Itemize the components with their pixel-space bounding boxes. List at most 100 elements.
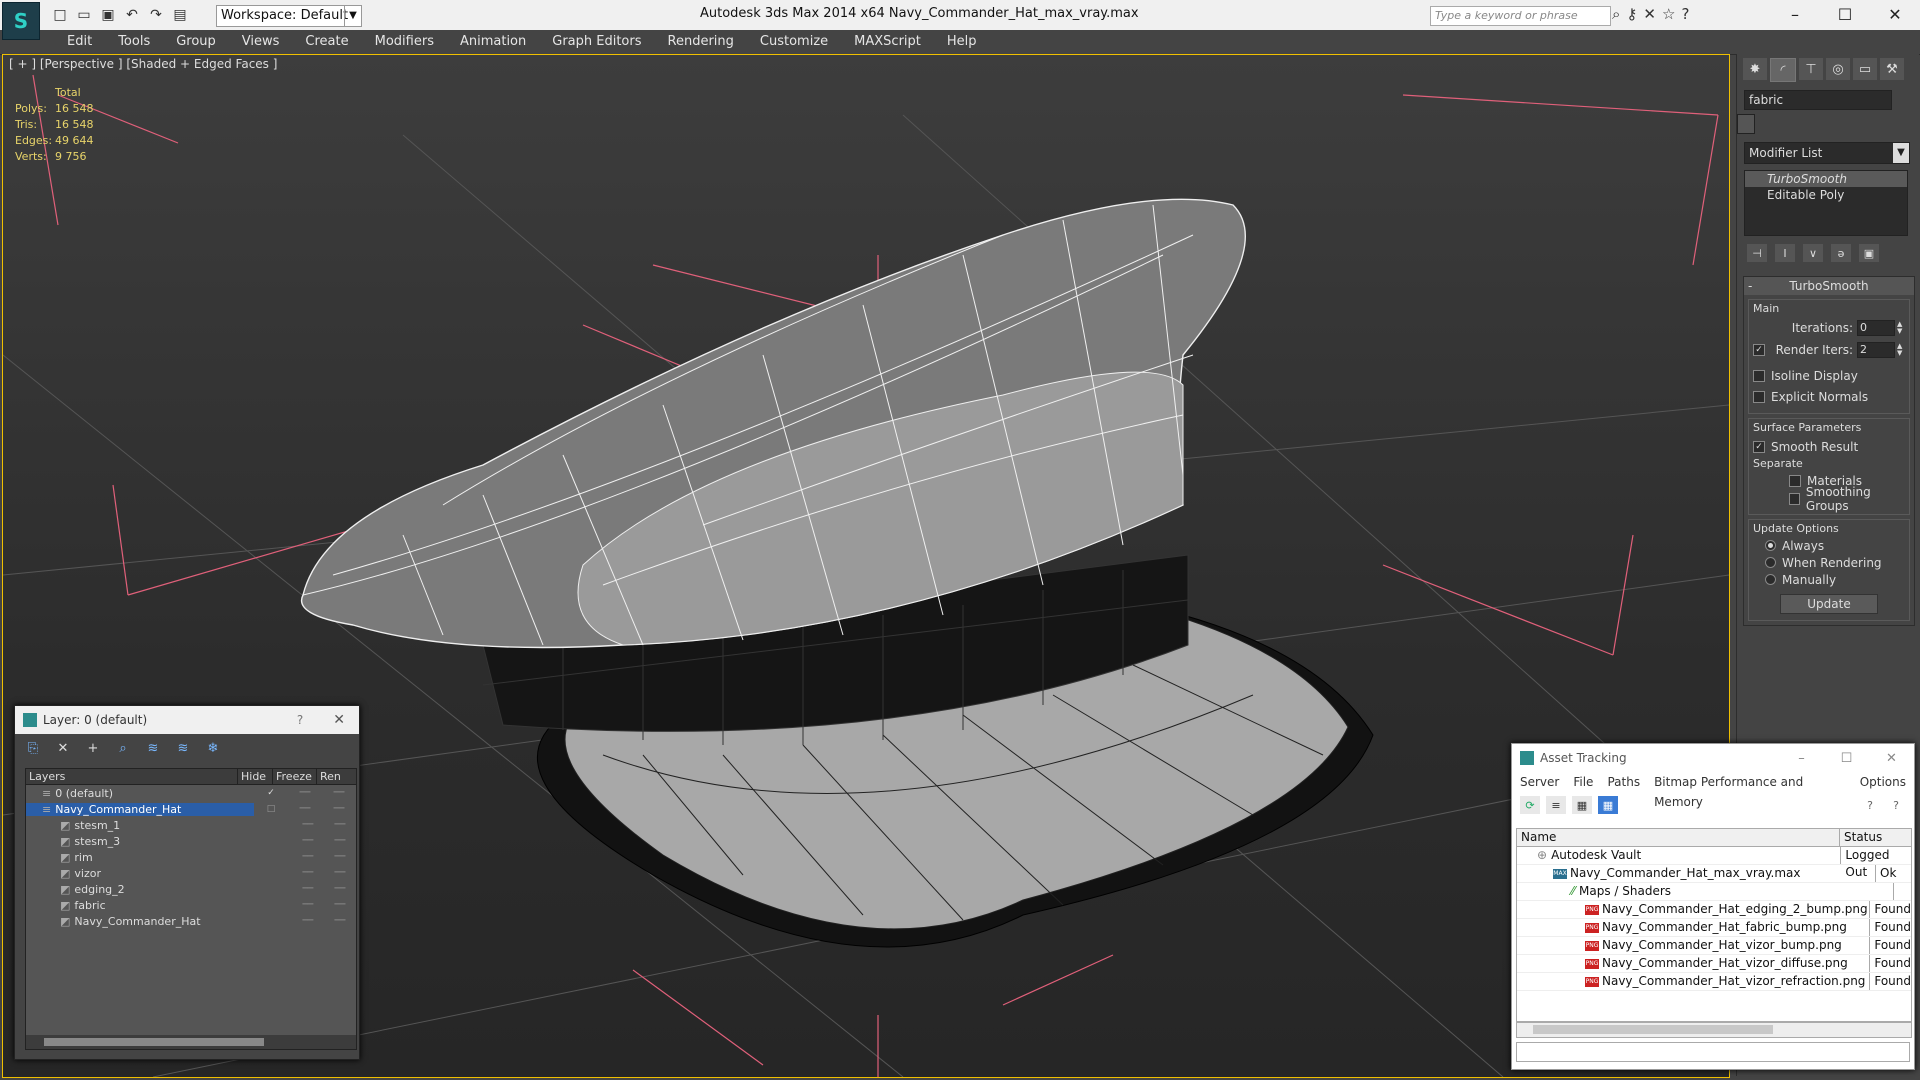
object-color-swatch[interactable] <box>1737 114 1755 134</box>
utilities-tab-icon[interactable]: ⚒ <box>1880 58 1904 80</box>
menu-bitmap-performance[interactable]: Bitmap Performance and Memory <box>1654 772 1846 809</box>
render-iters-input[interactable]: 2 <box>1857 342 1895 358</box>
radio-button[interactable] <box>1765 557 1776 568</box>
binoculars-icon[interactable]: ⌕ <box>1612 5 1620 23</box>
hide-toggle[interactable]: ── <box>292 868 324 878</box>
radio-button[interactable] <box>1765 574 1776 585</box>
modifier-list-dropdown[interactable]: Modifier List ▼ <box>1744 142 1910 164</box>
modify-tab-icon[interactable]: ◜ <box>1770 58 1796 82</box>
update-manually-option[interactable]: Manually <box>1753 571 1905 588</box>
create-tab-icon[interactable]: ✸ <box>1743 58 1767 80</box>
display-tab-icon[interactable]: ▭ <box>1853 58 1877 80</box>
object-name-input[interactable]: fabric <box>1744 90 1892 110</box>
explicit-normals-option[interactable]: Explicit Normals <box>1753 386 1905 407</box>
scrollbar-thumb[interactable] <box>44 1038 264 1046</box>
app-logo[interactable]: S <box>2 2 40 40</box>
asset-row[interactable]: PNG Navy_Commander_Hat_vizor_refraction.p… <box>1517 973 1911 991</box>
stack-item-turbosmooth[interactable]: TurboSmooth <box>1745 171 1907 187</box>
freeze-toggle[interactable]: ── <box>324 916 356 926</box>
freeze-toggle[interactable]: ── <box>324 868 356 878</box>
exchange-icon[interactable]: ✕ <box>1643 5 1656 23</box>
menu-modifiers[interactable]: Modifiers <box>362 30 447 54</box>
menu-group[interactable]: Group <box>163 30 229 54</box>
hat-model[interactable] <box>300 198 1374 948</box>
minimize-icon[interactable]: – <box>1779 751 1824 766</box>
asset-row[interactable]: PNG Navy_Commander_Hat_vizor_bump.png Foun… <box>1517 937 1911 955</box>
layer-row[interactable]: ◩ fabric ── ── <box>26 897 356 913</box>
scrollbar-thumb[interactable] <box>1533 1025 1773 1034</box>
menu-tools[interactable]: Tools <box>105 30 163 54</box>
column-header[interactable]: Layers <box>26 769 238 784</box>
iterations-input[interactable]: 0 <box>1857 320 1895 336</box>
make-unique-icon[interactable]: ∨ <box>1803 244 1823 262</box>
isoline-checkbox[interactable] <box>1753 369 1765 382</box>
smooth-result-checkbox[interactable]: ✓ <box>1753 440 1765 453</box>
refresh-icon[interactable]: ⟳ <box>1520 796 1540 814</box>
show-end-result-icon[interactable]: Ι <box>1775 244 1795 262</box>
smoothing-groups-checkbox[interactable] <box>1789 493 1800 505</box>
menu-maxscript[interactable]: MAXScript <box>841 30 934 54</box>
horizontal-scrollbar[interactable] <box>26 1035 356 1049</box>
hide-toggle[interactable]: ── <box>292 916 324 926</box>
menu-edit[interactable]: Edit <box>54 30 105 54</box>
freeze-toggle[interactable]: ── <box>322 788 356 798</box>
hide-toggle[interactable]: ── <box>288 788 322 798</box>
menu-animation[interactable]: Animation <box>447 30 539 54</box>
add-selected-icon[interactable]: + <box>83 740 103 756</box>
materials-checkbox[interactable] <box>1789 475 1801 487</box>
menu-create[interactable]: Create <box>292 30 361 54</box>
freeze-toggle[interactable]: ── <box>324 900 356 910</box>
freeze-toggle[interactable]: ── <box>324 852 356 862</box>
menu-graph-editors[interactable]: Graph Editors <box>539 30 654 54</box>
render-iters-checkbox[interactable]: ✓ <box>1753 344 1765 356</box>
stack-item-editable-poly[interactable]: Editable Poly <box>1745 187 1907 203</box>
pin-stack-icon[interactable]: ⊣ <box>1747 244 1767 262</box>
asset-row[interactable]: MAX Navy_Commander_Hat_max_vray.max Ok <box>1517 865 1911 883</box>
menu-file[interactable]: File <box>1573 772 1593 792</box>
hide-toggle[interactable]: ── <box>292 820 324 830</box>
redo-icon[interactable]: ↷ <box>146 6 166 24</box>
asset-row[interactable]: ⁄⁄ Maps / Shaders <box>1517 883 1911 901</box>
column-header[interactable]: Hide <box>238 769 273 784</box>
spinner-icon[interactable]: ▲ ▼ <box>1897 343 1905 357</box>
close-icon[interactable]: ✕ <box>1870 0 1920 28</box>
delete-layer-icon[interactable]: ✕ <box>53 740 73 756</box>
layer-window-header[interactable]: Layer: 0 (default) ? ✕ <box>15 706 359 734</box>
hide-toggle[interactable]: ── <box>292 884 324 894</box>
layer-row[interactable]: ◩ stesm_1 ── ── <box>26 817 356 833</box>
asset-row[interactable]: ⊕ Autodesk Vault Logged Out <box>1517 847 1911 879</box>
close-icon[interactable]: ✕ <box>333 712 345 728</box>
list-view-icon[interactable]: ≡ <box>1546 796 1566 814</box>
horizontal-scrollbar[interactable] <box>1516 1022 1912 1038</box>
column-header[interactable]: Freeze <box>273 769 317 784</box>
table-view-icon[interactable]: ▦ <box>1598 796 1618 814</box>
search-input[interactable]: Type a keyword or phrase <box>1430 6 1611 26</box>
hide-toggle[interactable]: ── <box>288 804 322 814</box>
motion-tab-icon[interactable]: ◎ <box>1826 58 1850 80</box>
menu-server[interactable]: Server <box>1520 772 1559 792</box>
menu-help[interactable]: Help <box>934 30 990 54</box>
smooth-result-option[interactable]: ✓ Smooth Result <box>1753 436 1905 457</box>
freeze-toggle[interactable]: ── <box>324 884 356 894</box>
layer-row[interactable]: ◩ edging_2 ── ── <box>26 881 356 897</box>
minimize-icon[interactable]: – <box>1770 0 1820 28</box>
select-objects-icon[interactable]: ⌕ <box>113 740 133 756</box>
menu-rendering[interactable]: Rendering <box>655 30 747 54</box>
undo-icon[interactable]: ↶ <box>122 6 142 24</box>
remove-modifier-icon[interactable]: ə <box>1831 244 1851 262</box>
highlight-layer-icon[interactable]: ≋ <box>143 740 163 756</box>
freeze-toggle[interactable]: ── <box>324 820 356 830</box>
menu-views[interactable]: Views <box>229 30 293 54</box>
isoline-option[interactable]: Isoline Display <box>1753 365 1905 386</box>
layer-row[interactable]: ≡ Navy_Commander_Hat □ ── ── <box>26 801 356 817</box>
hide-toggle[interactable]: ── <box>292 836 324 846</box>
project-folder-icon[interactable]: ▤ <box>170 6 190 24</box>
explicit-normals-checkbox[interactable] <box>1753 390 1765 403</box>
open-file-icon[interactable]: ▭ <box>74 6 94 24</box>
menu-options[interactable]: Options <box>1860 772 1906 792</box>
hide-toggle[interactable]: ── <box>292 900 324 910</box>
asset-window-header[interactable]: Asset Tracking – ☐ ✕ <box>1512 744 1914 772</box>
configure-sets-icon[interactable]: ▣ <box>1859 244 1879 262</box>
maximize-icon[interactable]: ☐ <box>1820 0 1870 28</box>
workspace-dropdown[interactable]: Workspace: Default ▼ <box>216 5 362 27</box>
